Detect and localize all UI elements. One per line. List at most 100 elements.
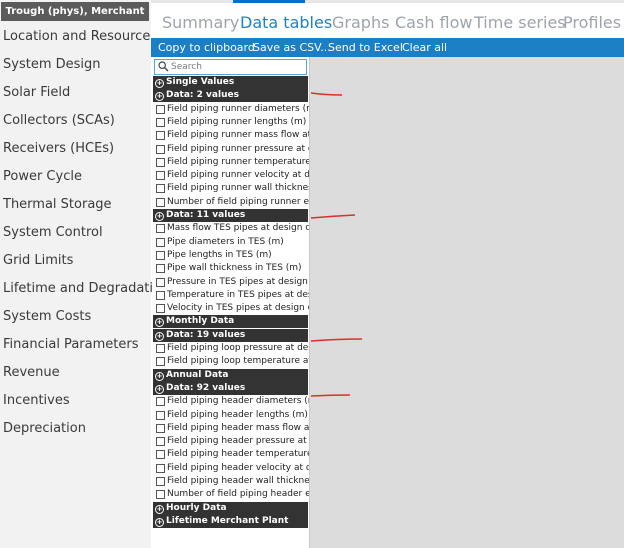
list-item[interactable]: Field piping header wall thicknesses (m) <box>152 475 309 488</box>
list-item[interactable]: Pressure in TES pipes at design conditio… <box>152 276 309 289</box>
list-item[interactable]: Field piping runner mass flow at design … <box>152 129 309 142</box>
sidebar-item-system-control[interactable]: System Control <box>3 225 103 240</box>
checkbox-icon[interactable] <box>156 250 165 260</box>
list-item[interactable]: Pipe wall thickness in TES (m) <box>152 262 309 275</box>
checkbox-icon[interactable] <box>156 450 165 460</box>
group-header[interactable]: + Data: 92 values <box>153 381 308 395</box>
sidebar-item-solar-field[interactable]: Solar Field <box>3 85 70 100</box>
checkbox-icon[interactable] <box>156 397 165 407</box>
checkbox-icon[interactable] <box>156 304 165 314</box>
expand-toggle-icon[interactable]: + <box>155 92 164 102</box>
checkbox-icon[interactable] <box>156 410 165 420</box>
list-item[interactable]: Field piping loop pressure at design (ba… <box>152 342 309 355</box>
expand-toggle-icon[interactable]: + <box>155 331 164 341</box>
clear-all-button[interactable]: Clear all <box>402 41 447 54</box>
tab-time-series[interactable]: Time series <box>474 13 566 32</box>
expand-toggle-icon[interactable]: + <box>155 371 164 381</box>
group-header[interactable]: + Data: 19 values <box>153 328 308 342</box>
sidebar-item-system-design[interactable]: System Design <box>3 57 101 72</box>
group-header[interactable]: + Lifetime Merchant Plant <box>153 514 308 528</box>
checkbox-icon[interactable] <box>156 490 165 500</box>
expand-toggle-icon[interactable]: + <box>155 79 164 88</box>
checkbox-icon[interactable] <box>156 264 165 274</box>
sidebar-item-lifetime-and-degradation[interactable]: Lifetime and Degradation <box>3 281 169 296</box>
list-item[interactable]: Field piping header lengths (m) <box>152 409 309 422</box>
checkbox-icon[interactable] <box>156 171 165 181</box>
sidebar-item-system-costs[interactable]: System Costs <box>3 309 91 324</box>
checkbox-icon[interactable] <box>156 144 165 154</box>
tab-data-tables[interactable]: Data tables <box>240 13 332 32</box>
group-header[interactable]: + Data: 11 values <box>153 209 308 222</box>
expand-toggle-icon[interactable]: + <box>155 212 164 221</box>
list-item[interactable]: Field piping runner lengths (m) <box>152 116 309 129</box>
checkbox-icon[interactable] <box>156 423 165 433</box>
expand-toggle-icon[interactable]: + <box>155 517 164 527</box>
save-as-csv-button[interactable]: Save as CSV... <box>253 41 331 54</box>
checkbox-icon[interactable] <box>156 117 165 127</box>
list-item[interactable]: Mass flow TES pipes at design conditions <box>152 222 309 235</box>
checkbox-icon[interactable] <box>156 290 165 300</box>
tab-graphs[interactable]: Graphs <box>332 13 389 32</box>
list-item[interactable]: Field piping runner pressure at design (… <box>152 143 309 156</box>
sidebar-item-location-and-resource[interactable]: Location and Resource <box>3 29 150 44</box>
group-header[interactable]: + Hourly Data <box>153 501 308 515</box>
copy-to-clipboard-button[interactable]: Copy to clipboard <box>158 41 255 54</box>
sidebar-item-thermal-storage[interactable]: Thermal Storage <box>3 197 112 212</box>
group-header[interactable]: + Monthly Data <box>153 315 308 329</box>
checkbox-icon[interactable] <box>156 104 165 114</box>
group-header[interactable]: + Annual Data <box>153 368 308 382</box>
checkbox-icon[interactable] <box>156 344 165 353</box>
list-item-label: Field piping runner velocity at design (… <box>167 170 309 181</box>
list-item[interactable]: Velocity in TES pipes at design conditio… <box>152 302 309 315</box>
group-header[interactable]: + Data: 2 values <box>153 89 308 103</box>
checkbox-icon[interactable] <box>156 463 165 473</box>
list-item[interactable]: Field piping header mass flow at design … <box>152 422 309 435</box>
tab-cash-flow[interactable]: Cash flow <box>395 13 473 32</box>
list-item[interactable]: Field piping header diameters (m) <box>152 395 309 408</box>
sidebar-item-depreciation[interactable]: Depreciation <box>3 421 86 436</box>
list-item-label: Field piping header diameters (m) <box>167 396 309 407</box>
group-header-label: Data: 92 values <box>166 382 246 393</box>
send-to-excel-button[interactable]: Send to Excel <box>328 41 403 54</box>
list-item[interactable]: Field piping runner diameters (m) <box>152 103 309 116</box>
expand-toggle-icon[interactable]: + <box>155 504 164 514</box>
checkbox-icon[interactable] <box>156 277 165 287</box>
group-header[interactable]: + Single Values <box>153 76 308 89</box>
list-item[interactable]: Field piping header temperature at desig… <box>152 448 309 461</box>
list-item[interactable]: Field piping loop temperature at design … <box>152 355 309 368</box>
list-item[interactable]: Field piping runner temperature at desig… <box>152 156 309 169</box>
sidebar-item-collectors-scas[interactable]: Collectors (SCAs) <box>3 113 115 128</box>
sidebar-item-receivers-hces[interactable]: Receivers (HCEs) <box>3 141 114 156</box>
sidebar-item-revenue[interactable]: Revenue <box>3 365 60 380</box>
list-item[interactable]: Pipe diameters in TES (m) <box>152 236 309 249</box>
checkbox-icon[interactable] <box>156 197 165 207</box>
list-item[interactable]: Temperature in TES pipes at design condi… <box>152 289 309 302</box>
sidebar-item-grid-limits[interactable]: Grid Limits <box>3 253 73 268</box>
sidebar-item-financial-parameters[interactable]: Financial Parameters <box>3 337 138 352</box>
checkbox-icon[interactable] <box>156 357 165 367</box>
list-item[interactable]: Field piping runner wall thicknesses (m) <box>152 182 309 195</box>
search-box[interactable] <box>154 59 307 75</box>
tab-summary[interactable]: Summary <box>162 13 239 32</box>
sidebar-item-incentives[interactable]: Incentives <box>3 393 70 408</box>
checkbox-icon[interactable] <box>156 157 165 167</box>
list-item[interactable]: Number of field piping header expansions <box>152 488 309 501</box>
list-item[interactable]: Field piping header velocity at design (… <box>152 462 309 475</box>
list-item[interactable]: Field piping header pressure at design (… <box>152 435 309 448</box>
list-item[interactable]: Pipe lengths in TES (m) <box>152 249 309 262</box>
checkbox-icon[interactable] <box>156 224 165 234</box>
expand-toggle-icon[interactable]: + <box>155 384 164 394</box>
expand-toggle-icon[interactable]: + <box>155 318 164 328</box>
checkbox-icon[interactable] <box>156 437 165 447</box>
list-item[interactable]: Number of field piping runner expansions <box>152 196 309 209</box>
checkbox-icon[interactable] <box>156 184 165 194</box>
group-header-label: Annual Data <box>166 369 229 380</box>
list-item-label: Number of field piping runner expansions <box>167 196 309 207</box>
list-item[interactable]: Field piping runner velocity at design (… <box>152 169 309 182</box>
checkbox-icon[interactable] <box>156 131 165 141</box>
checkbox-icon[interactable] <box>156 237 165 247</box>
search-input[interactable] <box>171 60 301 74</box>
tab-profiles[interactable]: Profiles <box>563 13 621 32</box>
checkbox-icon[interactable] <box>156 477 165 486</box>
sidebar-item-power-cycle[interactable]: Power Cycle <box>3 169 82 184</box>
